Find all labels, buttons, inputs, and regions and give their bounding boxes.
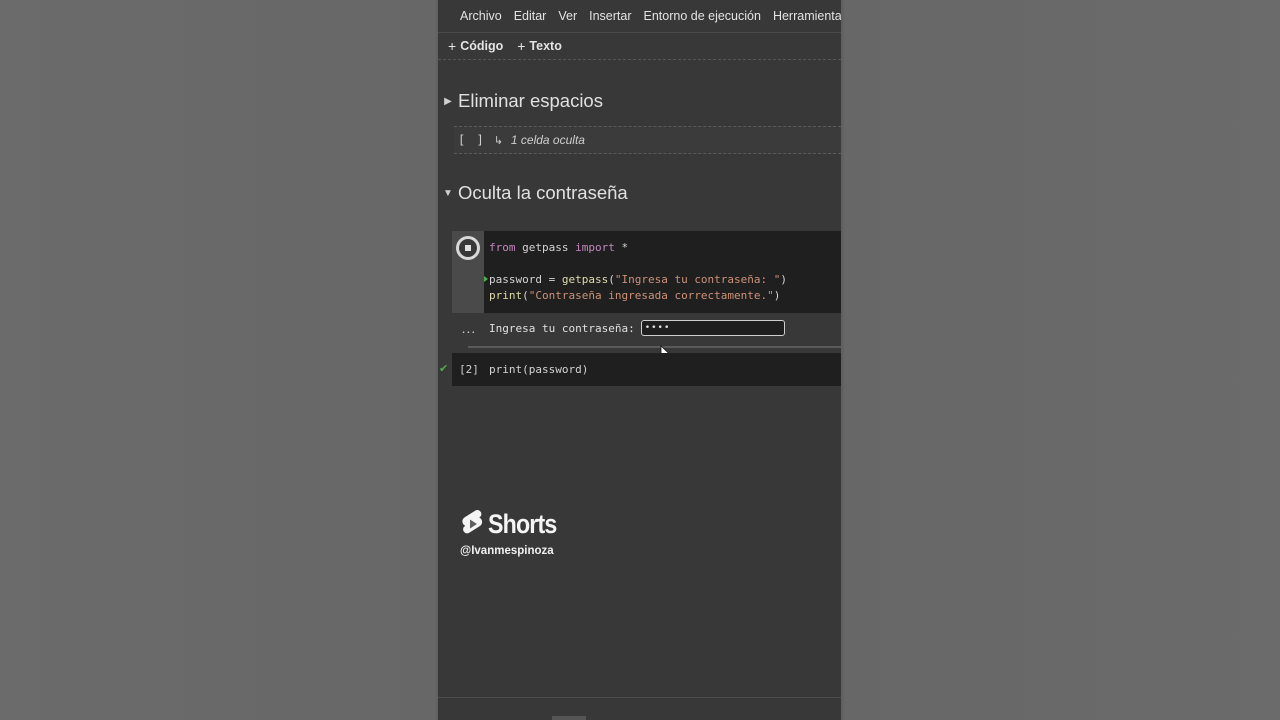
menu-ver[interactable]: Ver bbox=[558, 9, 577, 23]
video-frame: Archivo Editar Ver Insertar Entorno de e… bbox=[0, 0, 1280, 720]
section-oculta-la-contrasena[interactable]: ▼ Oculta la contraseña bbox=[438, 178, 841, 208]
output-menu-icon[interactable]: ... bbox=[452, 320, 486, 336]
equals-sign: = bbox=[548, 273, 556, 286]
add-code-label: Código bbox=[460, 39, 504, 53]
function-getpass: getpass bbox=[561, 273, 609, 286]
bottom-scroll-indicator bbox=[552, 716, 586, 720]
add-code-button[interactable]: + Código bbox=[448, 38, 503, 54]
caret-right-icon[interactable]: ▶ bbox=[438, 96, 458, 107]
module-name: getpass bbox=[522, 241, 569, 254]
notebook-toolbar: + Código + Texto bbox=[438, 32, 841, 60]
string-message: "Contraseña ingresada correctamente." bbox=[528, 289, 774, 302]
shorts-logo: Shorts bbox=[460, 508, 568, 540]
menu-entorno-de-ejecucion[interactable]: Entorno de ejecución bbox=[644, 9, 761, 23]
colab-notebook-view: Archivo Editar Ver Insertar Entorno de e… bbox=[438, 0, 841, 720]
channel-handle[interactable]: @Ivanmespinoza bbox=[460, 545, 554, 557]
section-title: Oculta la contraseña bbox=[458, 182, 628, 203]
code-line-1: from getpass import * bbox=[489, 241, 628, 254]
password-input[interactable] bbox=[640, 320, 785, 336]
code-cell-2[interactable]: [2] print(password) bbox=[452, 353, 841, 386]
cell-2-code: print(password) bbox=[489, 363, 589, 376]
variable-password: password bbox=[489, 273, 542, 286]
add-text-button[interactable]: + Texto bbox=[517, 38, 562, 54]
hidden-cells-indicator[interactable]: [ ] ↳ 1 celda oculta bbox=[454, 126, 841, 154]
plus-icon: + bbox=[517, 38, 526, 54]
hidden-cell-arrow-icon: ↳ bbox=[493, 134, 503, 147]
keyword-from: from bbox=[489, 241, 516, 254]
menu-editar[interactable]: Editar bbox=[514, 9, 547, 23]
stop-icon bbox=[459, 239, 477, 257]
password-prompt-label: Ingresa tu contraseña: bbox=[489, 321, 635, 335]
execution-count[interactable]: [2] bbox=[452, 363, 486, 376]
line-marker-icon bbox=[484, 276, 488, 282]
string-prompt: "Ingresa tu contraseña: " bbox=[614, 273, 781, 286]
hidden-cell-text: 1 celda oculta bbox=[510, 133, 585, 147]
stop-execution-button[interactable] bbox=[456, 236, 480, 260]
add-text-label: Texto bbox=[529, 39, 562, 53]
code-line-3: password = getpass("Ingresa tu contraseñ… bbox=[489, 273, 788, 286]
function-print: print bbox=[489, 289, 523, 302]
section-eliminar-espacios[interactable]: ▶ Eliminar espacios bbox=[438, 86, 841, 116]
cell-output: ... Ingresa tu contraseña: bbox=[452, 313, 841, 343]
section-title: Eliminar espacios bbox=[458, 90, 603, 111]
keyword-import: import bbox=[575, 241, 615, 254]
code-line-4: print("Contraseña ingresada correctament… bbox=[489, 289, 781, 302]
menu-bar: Archivo Editar Ver Insertar Entorno de e… bbox=[438, 0, 841, 32]
menu-insertar[interactable]: Insertar bbox=[589, 9, 631, 23]
shorts-wordmark: Shorts bbox=[488, 508, 557, 539]
bottom-divider bbox=[438, 697, 841, 698]
menu-archivo[interactable]: Archivo bbox=[460, 9, 502, 23]
plus-icon: + bbox=[448, 38, 457, 54]
cell-bracket: [ ] bbox=[458, 133, 486, 147]
output-divider bbox=[468, 346, 841, 348]
shorts-icon bbox=[462, 510, 483, 534]
execution-success-check-icon: ✔ bbox=[439, 363, 449, 375]
import-star: * bbox=[621, 241, 629, 254]
menu-herramientas[interactable]: Herramientas bbox=[773, 9, 841, 23]
caret-down-icon[interactable]: ▼ bbox=[438, 188, 458, 199]
